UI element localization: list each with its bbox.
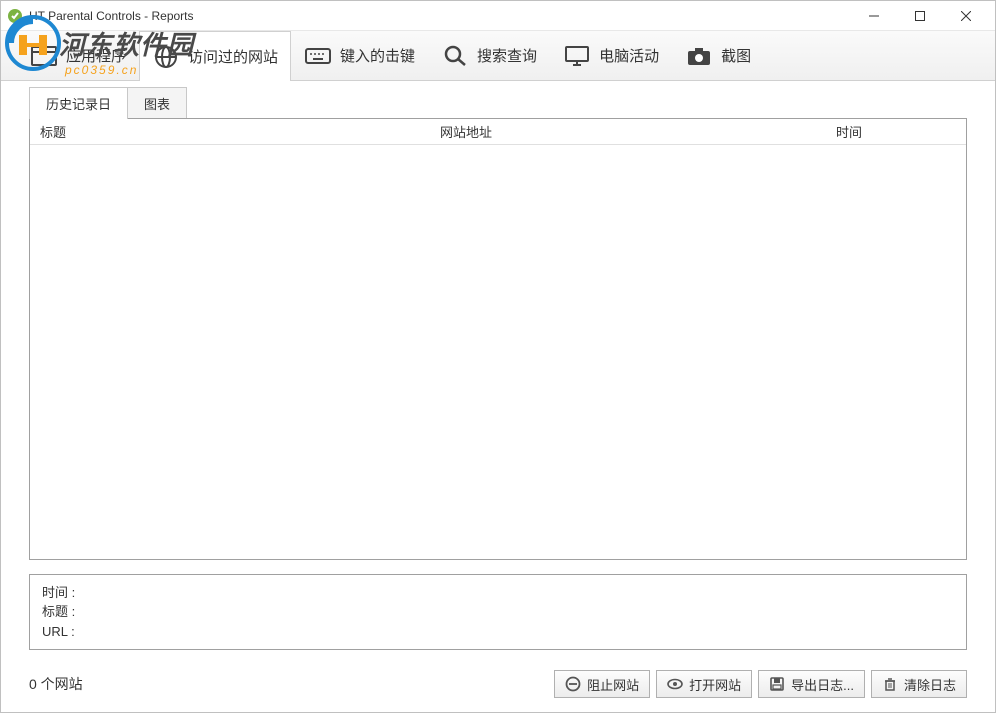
detail-title-label: 标题 :	[42, 602, 75, 622]
globe-icon	[152, 45, 180, 69]
nav-computer-activity[interactable]: 电脑活动	[550, 31, 672, 80]
subtabs: 历史记录日 图表	[1, 81, 995, 119]
maximize-button[interactable]	[897, 1, 943, 30]
nav-visited-websites[interactable]: 访问过的网站	[139, 31, 291, 81]
col-url[interactable]: 网站地址	[430, 122, 826, 141]
minimize-button[interactable]	[851, 1, 897, 30]
subtab-history[interactable]: 历史记录日	[29, 87, 128, 119]
eye-icon	[667, 676, 683, 692]
detail-panel: 时间 : 标题 : URL :	[29, 574, 967, 651]
minimize-icon	[869, 11, 879, 21]
col-time[interactable]: 时间	[826, 122, 966, 141]
app-icon	[7, 8, 23, 24]
nav-search-queries[interactable]: 搜索查询	[428, 31, 550, 80]
nav-keystrokes[interactable]: 键入的击键	[291, 31, 428, 80]
subtab-chart[interactable]: 图表	[127, 87, 187, 119]
footer: 0 个网站 阻止网站 打开网站 导出日志... 清除日志	[1, 660, 995, 712]
monitor-icon	[563, 44, 591, 68]
content-area: 标题 网站地址 时间 时间 : 标题 : URL :	[1, 119, 995, 660]
window-title: HT Parental Controls - Reports	[29, 9, 851, 23]
detail-url-label: URL :	[42, 622, 75, 642]
button-label: 打开网站	[689, 675, 741, 694]
close-button[interactable]	[943, 1, 989, 30]
keyboard-icon	[304, 44, 332, 68]
window-icon	[30, 44, 58, 68]
nav-label: 访问过的网站	[188, 46, 278, 67]
block-icon	[565, 676, 581, 692]
search-icon	[441, 44, 469, 68]
top-nav: 应用程序 访问过的网站 键入的击键 搜索查询 电脑活动 截图	[1, 31, 995, 81]
save-icon	[769, 676, 785, 692]
nav-screenshots[interactable]: 截图	[672, 31, 764, 80]
table-header: 标题 网站地址 时间	[30, 119, 966, 145]
close-icon	[961, 11, 971, 21]
history-table[interactable]: 标题 网站地址 时间	[29, 118, 967, 560]
detail-time-label: 时间 :	[42, 583, 75, 603]
button-label: 阻止网站	[587, 675, 639, 694]
window-controls	[851, 1, 989, 30]
maximize-icon	[915, 11, 925, 21]
site-count: 0 个网站	[29, 674, 548, 694]
nav-label: 应用程序	[66, 45, 126, 66]
nav-label: 截图	[721, 45, 751, 66]
button-label: 导出日志...	[791, 675, 854, 694]
app-window: 河东软件园 pc0359.cn HT Parental Controls - R…	[0, 0, 996, 713]
nav-label: 搜索查询	[477, 45, 537, 66]
camera-icon	[685, 44, 713, 68]
titlebar: HT Parental Controls - Reports	[1, 1, 995, 31]
col-title[interactable]: 标题	[30, 122, 430, 141]
export-log-button[interactable]: 导出日志...	[758, 670, 865, 698]
clear-log-button[interactable]: 清除日志	[871, 670, 967, 698]
nav-applications[interactable]: 应用程序	[17, 31, 139, 80]
open-site-button[interactable]: 打开网站	[656, 670, 752, 698]
button-label: 清除日志	[904, 675, 956, 694]
block-site-button[interactable]: 阻止网站	[554, 670, 650, 698]
nav-label: 电脑活动	[599, 45, 659, 66]
nav-label: 键入的击键	[340, 45, 415, 66]
trash-icon	[882, 676, 898, 692]
